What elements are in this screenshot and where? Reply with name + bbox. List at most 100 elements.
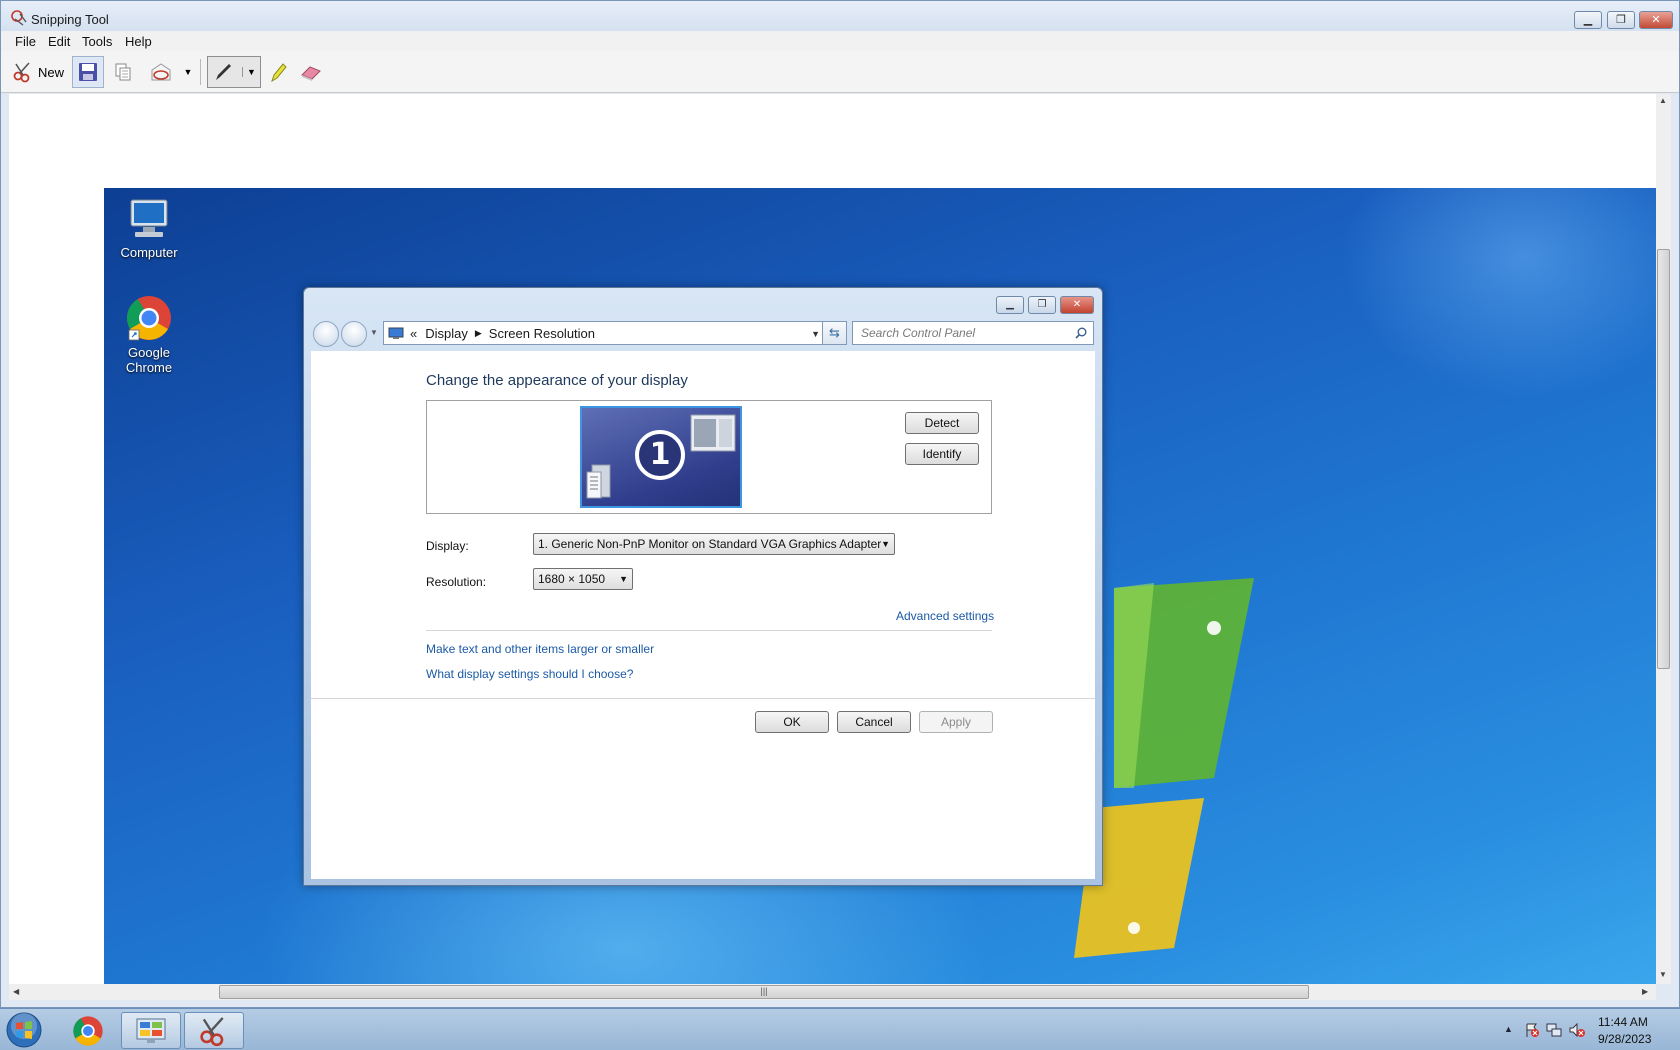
send-email-icon [151, 63, 171, 81]
save-icon [79, 63, 97, 81]
restore-icon: ❐ [1616, 14, 1626, 26]
chevron-right-icon[interactable]: ▶ [475, 328, 482, 339]
monitor-1-preview[interactable]: 1 [580, 406, 742, 508]
dialog-maximize-button[interactable]: ❐ [1028, 296, 1056, 314]
monitor-number: 1 [635, 430, 685, 480]
screen-resolution-window: ▁ ❐ ✕ ▼ « Display ▶ Screen Resolution ▼ … [303, 287, 1103, 886]
window-thumbnail-icon [690, 414, 736, 452]
scissors-icon [13, 62, 30, 83]
chrome-icon [127, 296, 171, 341]
taskbar-chrome-button[interactable] [58, 1012, 118, 1049]
refresh-button[interactable]: ⇆ [822, 321, 847, 345]
monitor-preview-area: 1 Detect Identify [426, 400, 992, 514]
address-bar[interactable]: « Display ▶ Screen Resolution ▼ [383, 321, 823, 345]
close-icon: ✕ [1072, 299, 1082, 310]
divider [311, 698, 1095, 699]
copy-icon [115, 63, 131, 81]
ok-button[interactable]: OK [755, 711, 829, 733]
toolbar: New ▼ ▼ [1, 51, 1679, 133]
computer-icon [130, 199, 168, 237]
recent-pages-dropdown-icon[interactable]: ▼ [370, 328, 378, 337]
breadcrumb-display[interactable]: Display [425, 326, 468, 341]
eraser-button[interactable] [297, 56, 325, 88]
breadcrumb-screen-resolution[interactable]: Screen Resolution [489, 326, 595, 341]
close-icon: ✕ [1651, 14, 1661, 26]
display-label: Display: [426, 539, 469, 553]
display-control-panel-icon [388, 327, 404, 339]
network-icon[interactable] [1546, 1022, 1562, 1038]
dialog-minimize-button[interactable]: ▁ [996, 296, 1024, 314]
scroll-up-icon[interactable]: ▲ [1659, 96, 1667, 105]
highlighter-button[interactable] [266, 56, 290, 88]
pen-button[interactable]: ▼ [207, 56, 261, 88]
clock-date[interactable]: 9/28/2023 [1598, 1032, 1651, 1046]
forward-button[interactable] [341, 321, 367, 347]
display-select[interactable]: 1. Generic Non-PnP Monitor on Standard V… [533, 533, 895, 555]
menu-help[interactable]: Help [125, 34, 152, 49]
taskbar-snipping-tool-button[interactable] [184, 1012, 244, 1049]
send-dropdown-button[interactable]: ▼ [181, 56, 195, 88]
search-icon[interactable] [1075, 327, 1087, 339]
control-panel-icon [136, 1018, 166, 1043]
minimize-icon: ▁ [1006, 299, 1014, 310]
refresh-icon: ⇆ [829, 325, 840, 340]
taskbar-control-panel-button[interactable] [121, 1012, 181, 1049]
clock-time[interactable]: 11:44 AM [1598, 1015, 1648, 1029]
scroll-right-icon[interactable]: ▶ [1642, 987, 1648, 996]
back-button[interactable] [313, 321, 339, 347]
eraser-icon [301, 66, 321, 81]
dialog-close-button[interactable]: ✕ [1060, 296, 1094, 314]
dialog-content: Change the appearance of your display 1 … [311, 351, 1095, 879]
resolution-select[interactable]: 1680 × 1050 ▼ [533, 568, 633, 590]
window-title: Snipping Tool [31, 12, 109, 27]
toolbar-divider [200, 59, 201, 85]
horizontal-scrollbar[interactable]: ◀ ||| ▶ [9, 984, 1656, 1000]
start-button[interactable] [3, 1011, 45, 1049]
desktop-icon-computer[interactable]: Computer [104, 198, 194, 260]
scroll-left-icon[interactable]: ◀ [13, 987, 19, 996]
search-placeholder: Search Control Panel [861, 326, 976, 340]
resolution-select-value: 1680 × 1050 [538, 572, 606, 586]
vertical-scrollbar[interactable]: ▲ ▼ [1656, 94, 1671, 984]
scroll-down-icon[interactable]: ▼ [1659, 970, 1667, 979]
divider [426, 630, 992, 631]
minimize-button[interactable]: ▁ [1574, 11, 1602, 29]
scissors-icon [200, 1016, 224, 1046]
desktop-icon-google-chrome[interactable]: Google Chrome [104, 294, 194, 375]
show-hidden-icons-icon[interactable]: ▲ [1504, 1024, 1513, 1034]
display-select-value: 1. Generic Non-PnP Monitor on Standard V… [538, 537, 882, 551]
menu-file[interactable]: File [15, 34, 36, 49]
chevron-down-icon: ▼ [183, 67, 193, 77]
chevron-down-icon[interactable]: ▼ [811, 329, 820, 339]
chevron-down-icon[interactable]: ▼ [242, 67, 256, 77]
search-input[interactable]: Search Control Panel [852, 321, 1094, 345]
copy-button[interactable] [109, 56, 137, 88]
restore-icon: ❐ [1037, 299, 1047, 310]
close-button[interactable]: ✕ [1639, 11, 1673, 29]
menu-edit[interactable]: Edit [48, 34, 70, 49]
display-help-link[interactable]: What display settings should I choose? [426, 667, 633, 681]
new-label: New [37, 64, 64, 80]
new-snip-button[interactable]: New [9, 56, 67, 88]
cancel-button[interactable]: Cancel [837, 711, 911, 733]
save-snip-button[interactable] [72, 56, 104, 88]
advanced-settings-link[interactable]: Advanced settings [896, 609, 994, 623]
minimize-icon: ▁ [1583, 14, 1593, 26]
text-size-link[interactable]: Make text and other items larger or smal… [426, 642, 654, 656]
desktop-icon-label: Computer [120, 245, 178, 260]
action-center-flag-icon[interactable] [1524, 1022, 1540, 1038]
pen-icon [216, 64, 232, 80]
breadcrumb-overflow[interactable]: « [410, 326, 417, 341]
volume-muted-icon[interactable] [1568, 1022, 1586, 1038]
vertical-scroll-thumb[interactable] [1657, 249, 1670, 669]
system-tray: ▲ [1500, 1009, 1680, 1050]
identify-button[interactable]: Identify [905, 443, 979, 465]
detect-button[interactable]: Detect [905, 412, 979, 434]
chevron-down-icon: ▼ [619, 574, 628, 584]
apply-button[interactable]: Apply [919, 711, 993, 733]
send-snip-button[interactable] [147, 56, 175, 88]
menu-bar: File Edit Tools Help [1, 31, 1679, 51]
maximize-button[interactable]: ❐ [1607, 11, 1635, 29]
horizontal-scroll-thumb[interactable]: ||| [219, 985, 1309, 999]
menu-tools[interactable]: Tools [82, 34, 112, 49]
